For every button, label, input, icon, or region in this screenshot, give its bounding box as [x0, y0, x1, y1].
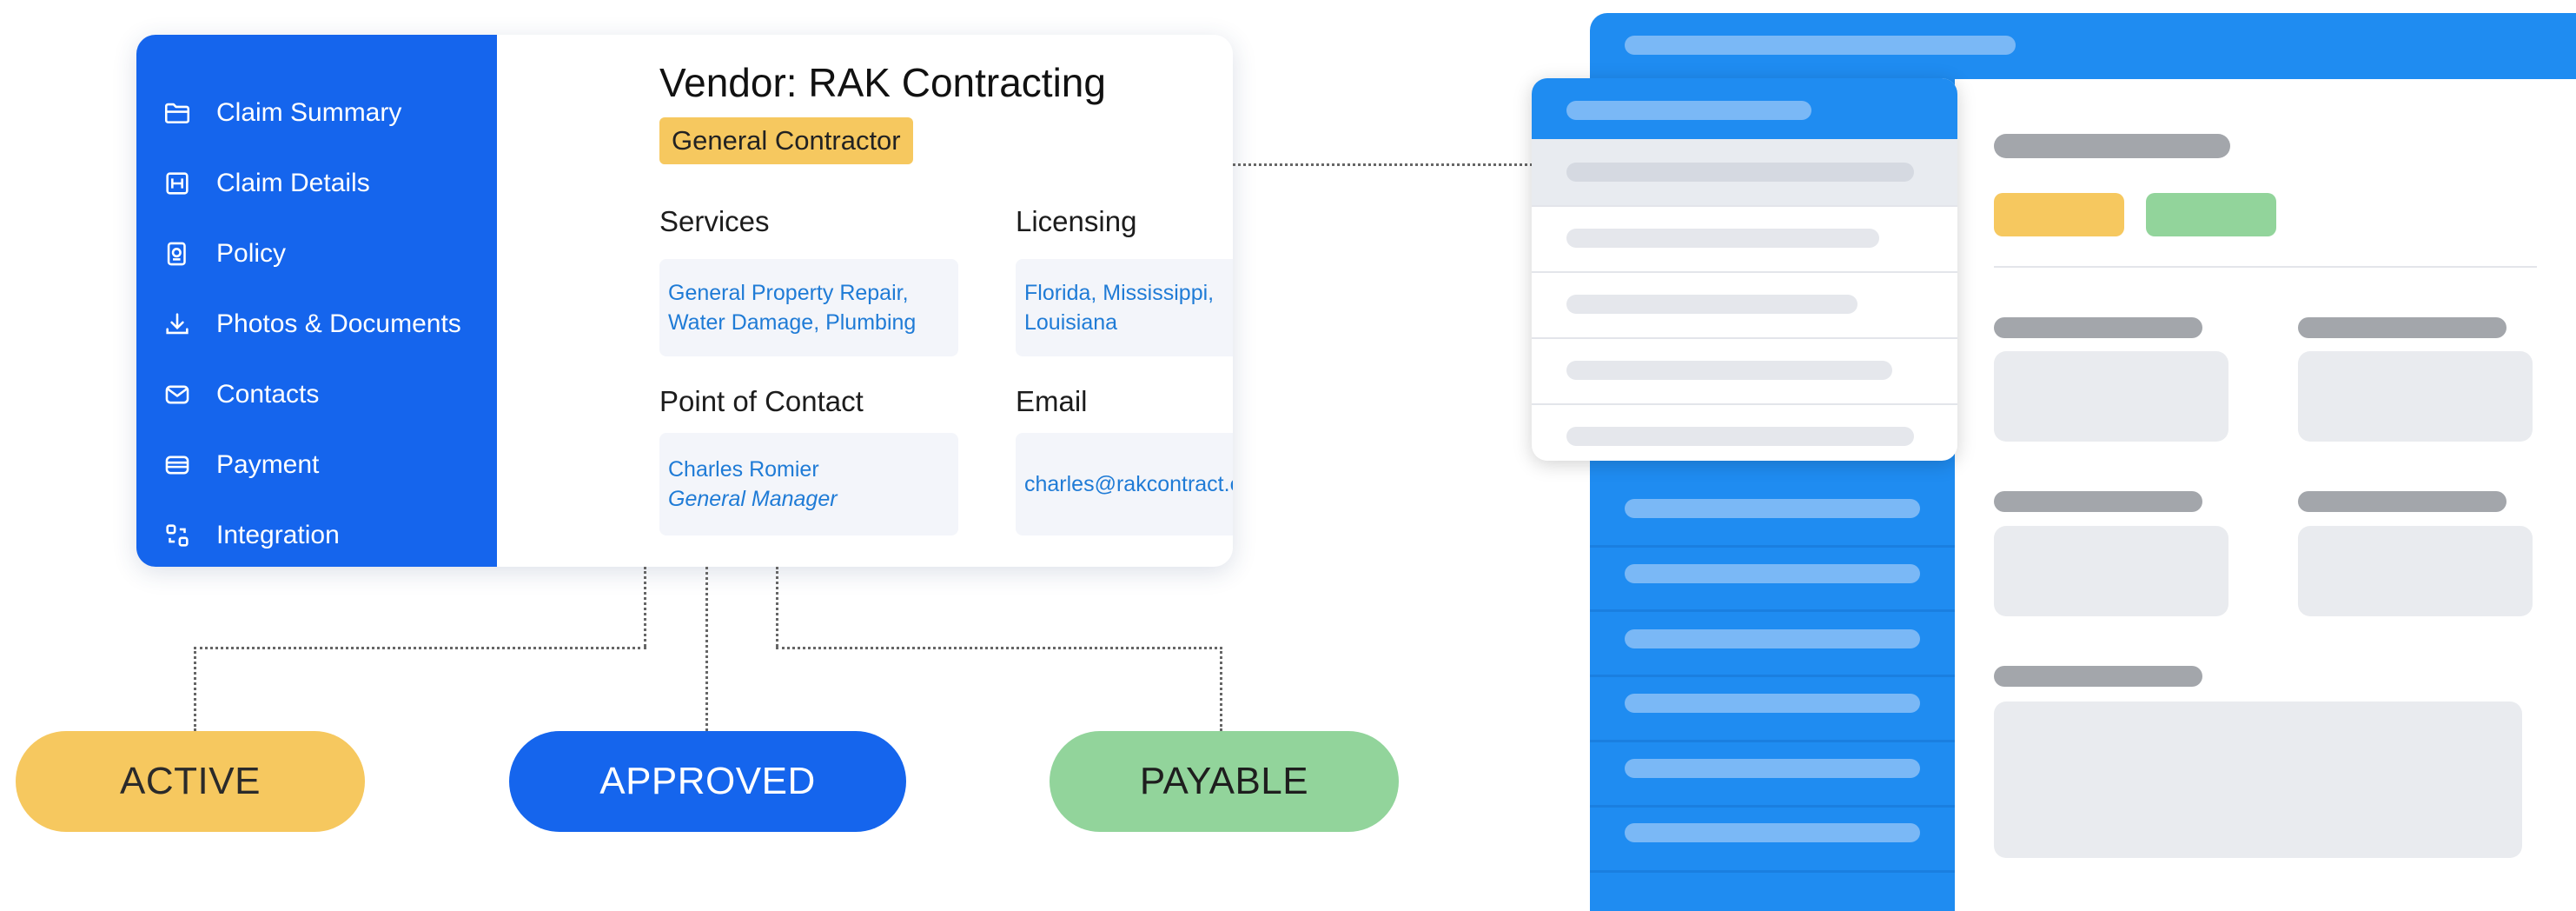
sidebar-placeholder[interactable]	[1625, 759, 1920, 778]
connector-line	[705, 567, 708, 731]
item-placeholder	[1566, 427, 1914, 446]
title-prefix: Vendor:	[659, 60, 798, 105]
field-value-placeholder[interactable]	[1994, 351, 2228, 442]
field-label-placeholder	[1994, 491, 2202, 512]
field-label-placeholder	[1994, 666, 2202, 687]
sidebar-item-integration[interactable]: Integration	[162, 514, 340, 557]
licensing-line-1: Florida, Mississippi,	[1024, 281, 1215, 305]
status-active-badge[interactable]: ACTIVE	[16, 731, 365, 832]
connector-line	[1220, 647, 1222, 731]
services-line-1: General Property Repair,	[668, 281, 909, 305]
sidebar-divider	[1590, 675, 1955, 677]
item-placeholder	[1566, 361, 1892, 380]
title-placeholder	[1994, 134, 2230, 158]
sidebar-item-label: Integration	[216, 521, 340, 549]
item-placeholder	[1566, 295, 1858, 314]
page-title: Vendor: RAK Contracting	[659, 59, 1106, 106]
sidebar-item-claim-summary[interactable]: Claim Summary	[162, 91, 401, 135]
policy-icon	[167, 242, 186, 266]
sidebar-item-contacts[interactable]: Contacts	[162, 373, 319, 416]
sidebar-divider	[1590, 805, 1955, 808]
connector-line	[644, 567, 646, 647]
connector-line	[194, 647, 646, 649]
email-link[interactable]: charles@rakcontract.com	[1024, 469, 1233, 499]
vendor-type-badge: General Contractor	[659, 117, 913, 164]
field-value-placeholder[interactable]	[1994, 526, 2228, 616]
yellow-tag-placeholder	[1994, 193, 2124, 236]
field-value-placeholder[interactable]	[2298, 351, 2533, 442]
sidebar-item-label: Policy	[216, 239, 287, 268]
sidebar-item-label: Payment	[216, 450, 320, 479]
sidebar-placeholder[interactable]	[1625, 694, 1920, 713]
item-placeholder	[1566, 229, 1879, 248]
sidebar-item-label: Claim Details	[216, 169, 370, 197]
dropdown-item[interactable]	[1532, 271, 1957, 339]
field-value-placeholder[interactable]	[2298, 526, 2533, 616]
field-label-placeholder	[2298, 491, 2506, 512]
services-label: Services	[659, 205, 770, 237]
dropdown-item[interactable]	[1532, 403, 1957, 461]
sidebar-item-label: Photos & Documents	[216, 309, 461, 338]
claim-sidebar: Claim Summary Claim Details Policy Photo…	[136, 35, 497, 567]
sidebar-item-claim-details[interactable]: Claim Details	[162, 162, 370, 205]
services-value: General Property Repair, Water Damage, P…	[659, 259, 958, 356]
status-approved-badge[interactable]: APPROVED	[509, 731, 906, 832]
sidebar-item-photos-documents[interactable]: Photos & Documents	[162, 303, 461, 346]
sidebar-item-label: Claim Summary	[216, 98, 402, 127]
sidebar-placeholder[interactable]	[1625, 499, 1920, 518]
contact-name: Charles Romier	[668, 457, 819, 482]
card-icon	[165, 456, 189, 475]
sidebar-placeholder[interactable]	[1625, 629, 1920, 648]
connector-line	[194, 647, 196, 731]
licensing-value: Florida, Mississippi, Louisiana	[1016, 259, 1233, 356]
dropdown-header	[1532, 78, 1957, 139]
sidebar-divider	[1590, 870, 1955, 873]
dropdown-header-placeholder	[1566, 101, 1811, 120]
sidebar-placeholder[interactable]	[1625, 564, 1920, 583]
item-placeholder	[1566, 163, 1914, 182]
vendor-details: Vendor: RAK Contracting General Contract…	[497, 35, 1233, 567]
header-placeholder	[1625, 36, 2016, 55]
vendor-card: Claim Summary Claim Details Policy Photo…	[136, 35, 1233, 567]
app-header	[1590, 13, 2576, 79]
services-line-2: Water Damage, Plumbing	[668, 310, 917, 335]
sidebar-divider	[1590, 609, 1955, 612]
connector-line	[776, 647, 1222, 649]
field-label-placeholder	[2298, 317, 2506, 338]
text-area-placeholder[interactable]	[1994, 702, 2522, 858]
mail-icon	[165, 385, 189, 404]
email-value[interactable]: charles@rakcontract.com	[1016, 433, 1233, 535]
app-main-panel	[1955, 79, 2576, 911]
vendor-name: RAK Contracting	[808, 60, 1106, 105]
divider	[1994, 266, 2537, 268]
field-label-placeholder	[1994, 317, 2202, 338]
dropdown-item[interactable]	[1532, 205, 1957, 273]
dropdown-menu	[1532, 78, 1957, 461]
sidebar-divider	[1590, 740, 1955, 742]
sidebar-item-label: Contacts	[216, 380, 320, 409]
licensing-line-2: Louisiana	[1024, 310, 1118, 335]
sidebar-item-policy[interactable]: Policy	[162, 232, 286, 276]
email-label: Email	[1016, 385, 1088, 417]
details-icon	[166, 172, 189, 195]
point-of-contact-value: Charles Romier General Manager	[659, 433, 958, 535]
point-of-contact-label: Point of Contact	[659, 385, 864, 417]
licensing-label: Licensing	[1016, 205, 1137, 237]
connector-line	[776, 567, 778, 647]
download-icon	[166, 313, 189, 335]
sidebar-divider	[1590, 545, 1955, 548]
dropdown-item-selected[interactable]	[1532, 139, 1957, 207]
status-payable-badge[interactable]: PAYABLE	[1050, 731, 1399, 832]
sidebar-placeholder[interactable]	[1625, 823, 1920, 842]
integration-icon	[166, 524, 189, 547]
folder-icon	[164, 103, 190, 123]
green-tag-placeholder	[2146, 193, 2276, 236]
sidebar-item-payment[interactable]: Payment	[162, 443, 319, 487]
contact-role: General Manager	[668, 487, 838, 511]
dropdown-item[interactable]	[1532, 337, 1957, 405]
connector-line	[1233, 163, 1533, 166]
